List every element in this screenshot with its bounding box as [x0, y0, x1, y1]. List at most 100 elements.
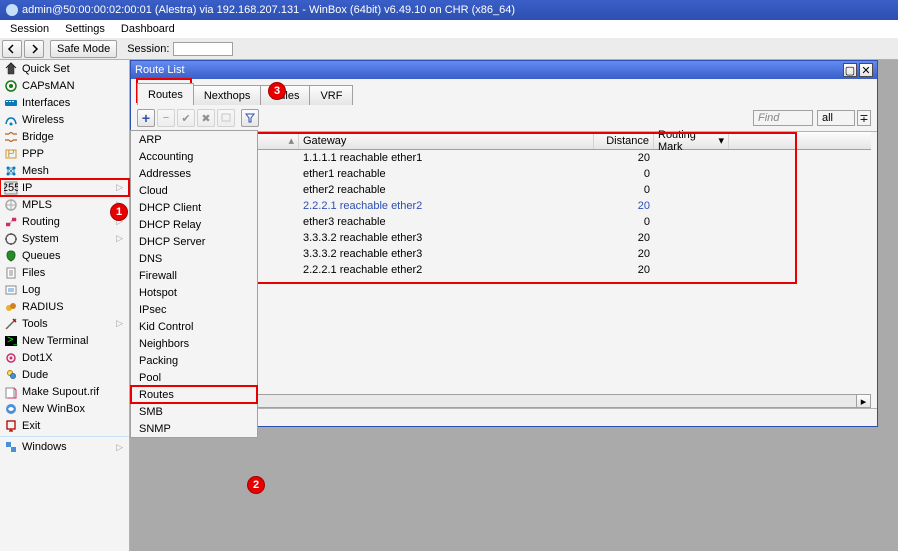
menu-icon: [4, 440, 18, 454]
undo-button[interactable]: [2, 40, 22, 58]
sidebar-item-dot1x[interactable]: Dot1X: [0, 349, 129, 366]
sidebar-item-quick-set[interactable]: Quick Set: [0, 60, 129, 77]
submenu-arrow-icon: ▷: [116, 318, 123, 329]
submenu-item-hotspot[interactable]: Hotspot: [131, 284, 257, 301]
window-close-button[interactable]: ✕: [859, 63, 873, 77]
col-gateway[interactable]: Gateway: [299, 132, 594, 149]
badge-2: 2: [247, 476, 265, 494]
filter-dropdown-button[interactable]: ∓: [857, 110, 871, 126]
submenu-item-firewall[interactable]: Firewall: [131, 267, 257, 284]
add-button[interactable]: +: [137, 109, 155, 127]
tab-vrf[interactable]: VRF: [309, 85, 353, 105]
session-input[interactable]: [173, 42, 233, 56]
sidebar-item-tools[interactable]: Tools▷: [0, 315, 129, 332]
submenu-item-accounting[interactable]: Accounting: [131, 148, 257, 165]
cell-gateway: 3.3.3.2 reachable ether3: [299, 246, 594, 262]
cell-routing-mark: [654, 198, 729, 214]
sidebar-item-label: Dude: [22, 369, 48, 381]
cell-gateway: ether3 reachable: [299, 214, 594, 230]
sidebar-item-files[interactable]: Files: [0, 264, 129, 281]
sidebar-item-capsman[interactable]: CAPsMAN: [0, 77, 129, 94]
menu-dashboard[interactable]: Dashboard: [113, 23, 183, 35]
cell-routing-mark: [654, 262, 729, 278]
find-input[interactable]: Find: [753, 110, 813, 126]
submenu-item-kid-control[interactable]: Kid Control: [131, 318, 257, 335]
sidebar-item-ip[interactable]: 255IP▷: [0, 179, 129, 196]
window-detach-button[interactable]: ▢: [843, 63, 857, 77]
sidebar-item-log[interactable]: Log: [0, 281, 129, 298]
menu-icon: [4, 283, 18, 297]
sidebar-item-label: Exit: [22, 420, 40, 432]
safe-mode-button[interactable]: Safe Mode: [50, 40, 117, 58]
menu-icon: [4, 368, 18, 382]
sidebar-item-mesh[interactable]: Mesh: [0, 162, 129, 179]
disable-button[interactable]: ✖: [197, 109, 215, 127]
window-title-bar[interactable]: Route List ▢ ✕: [131, 61, 877, 79]
filter-button[interactable]: [241, 109, 259, 127]
sidebar-item-bridge[interactable]: Bridge: [0, 128, 129, 145]
sidebar-item-label: Interfaces: [22, 97, 70, 109]
cell-distance: 20: [594, 246, 654, 262]
sidebar-item-interfaces[interactable]: Interfaces: [0, 94, 129, 111]
app-title-bar: admin@50:00:00:02:00:01 (Alestra) via 19…: [0, 0, 898, 20]
sidebar-item-wireless[interactable]: Wireless: [0, 111, 129, 128]
submenu-item-label: Packing: [139, 355, 178, 367]
remove-button[interactable]: −: [157, 109, 175, 127]
menu-icon: [4, 317, 18, 331]
cell-routing-mark: [654, 182, 729, 198]
menu-icon: [4, 62, 18, 76]
submenu-item-dhcp-client[interactable]: DHCP Client: [131, 199, 257, 216]
filter-select[interactable]: all: [817, 110, 855, 126]
cell-routing-mark: [654, 150, 729, 166]
sidebar-item-label: Bridge: [22, 131, 54, 143]
menu-session[interactable]: Session: [2, 23, 57, 35]
sidebar-item-label: IP: [22, 182, 32, 194]
sidebar-item-system[interactable]: System▷: [0, 230, 129, 247]
sidebar-item-make-supout-rif[interactable]: Make Supout.rif: [0, 383, 129, 400]
submenu-item-neighbors[interactable]: Neighbors: [131, 335, 257, 352]
submenu-item-packing[interactable]: Packing: [131, 352, 257, 369]
submenu-item-arp[interactable]: ARP: [131, 131, 257, 148]
submenu-item-dhcp-server[interactable]: DHCP Server: [131, 233, 257, 250]
sidebar-item-label: Wireless: [22, 114, 64, 126]
redo-button[interactable]: [24, 40, 44, 58]
submenu-item-dhcp-relay[interactable]: DHCP Relay: [131, 216, 257, 233]
tab-routes[interactable]: Routes: [137, 83, 194, 105]
sidebar-item-exit[interactable]: Exit: [0, 417, 129, 434]
sidebar-item-label: Files: [22, 267, 45, 279]
tab-nexthops[interactable]: Nexthops: [193, 85, 261, 105]
submenu-item-cloud[interactable]: Cloud: [131, 182, 257, 199]
tabs: Routes Nexthops Rules VRF: [131, 79, 877, 105]
submenu-item-snmp[interactable]: SNMP: [131, 420, 257, 437]
scroll-right-button[interactable]: ▸: [856, 395, 870, 407]
submenu-item-label: DHCP Server: [139, 236, 205, 248]
sidebar-item-queues[interactable]: Queues: [0, 247, 129, 264]
submenu-item-routes[interactable]: Routes: [131, 386, 257, 403]
submenu-item-ipsec[interactable]: IPsec: [131, 301, 257, 318]
menu-icon: [4, 419, 18, 433]
menu-icon: [4, 266, 18, 280]
submenu-item-smb[interactable]: SMB: [131, 403, 257, 420]
menu-settings[interactable]: Settings: [57, 23, 113, 35]
sidebar-item-radius[interactable]: RADIUS: [0, 298, 129, 315]
menu-bar: Session Settings Dashboard: [0, 20, 898, 38]
menu-icon: [4, 215, 18, 229]
sidebar: Quick SetCAPsMAN Interfaces Wireless Bridge…: [0, 60, 130, 551]
window-toolbar: + − ✔ ✖ Find all ∓: [131, 105, 877, 132]
col-routing-mark[interactable]: Routing Mark▾: [654, 132, 729, 149]
menu-icon: [4, 351, 18, 365]
submenu-item-dns[interactable]: DNS: [131, 250, 257, 267]
sidebar-item-windows[interactable]: Windows▷: [0, 436, 129, 455]
comment-button[interactable]: [217, 109, 235, 127]
submenu-item-addresses[interactable]: Addresses: [131, 165, 257, 182]
menu-icon: [4, 198, 18, 212]
submenu-item-label: DHCP Client: [139, 202, 201, 214]
submenu-item-pool[interactable]: Pool: [131, 369, 257, 386]
sidebar-item-routing[interactable]: Routing▷: [0, 213, 129, 230]
sidebar-item-new-winbox[interactable]: New WinBox: [0, 400, 129, 417]
sidebar-item-dude[interactable]: Dude: [0, 366, 129, 383]
sidebar-item-new-terminal[interactable]: >_New Terminal: [0, 332, 129, 349]
sidebar-item-ppp[interactable]: PPPP: [0, 145, 129, 162]
col-distance[interactable]: Distance: [594, 132, 654, 149]
enable-button[interactable]: ✔: [177, 109, 195, 127]
